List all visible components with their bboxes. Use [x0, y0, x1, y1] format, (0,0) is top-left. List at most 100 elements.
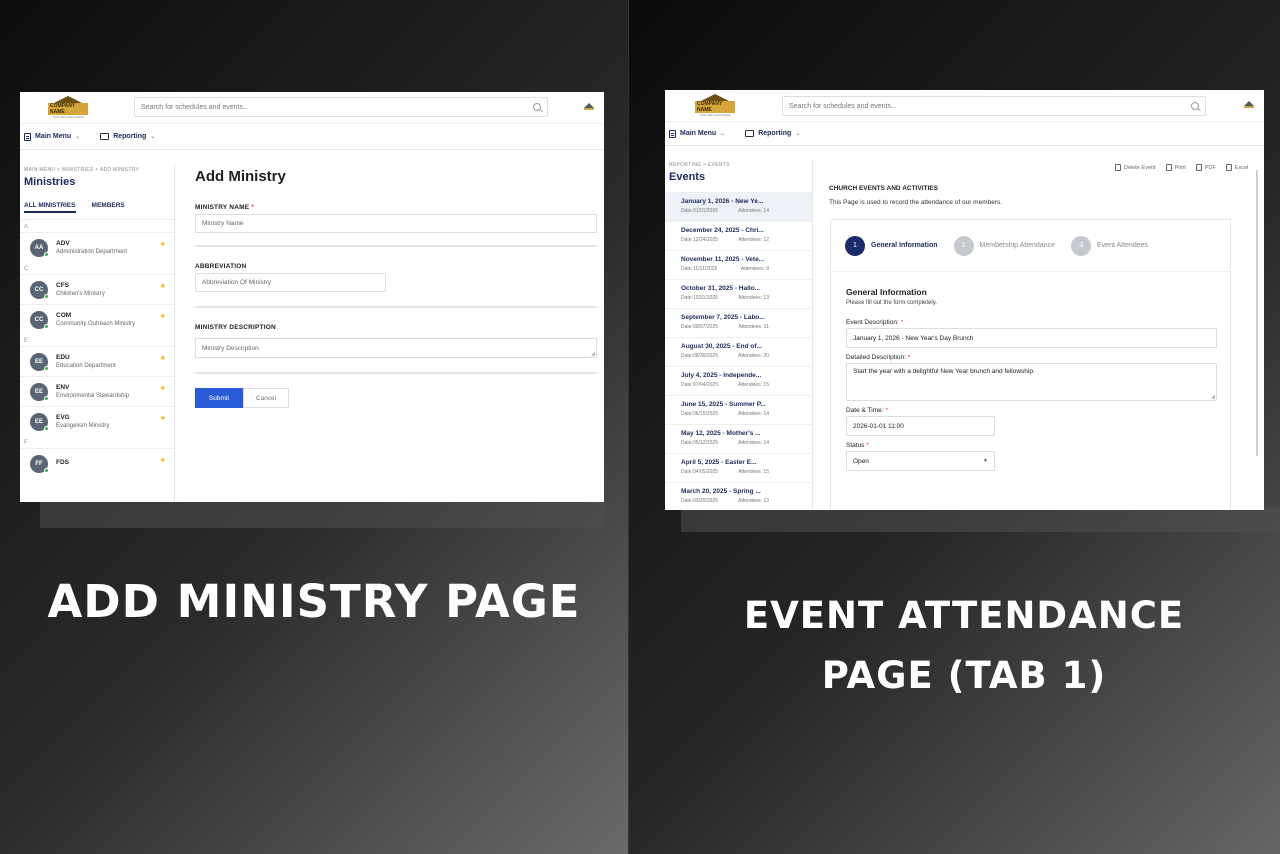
- event-list-item[interactable]: June 15, 2025 - Summer P... Date:06/15/20…: [665, 395, 812, 424]
- chevron-down-icon: ⌄: [720, 131, 726, 137]
- event-list-item[interactable]: July 4, 2025 - Independe... Date:07/04/20…: [665, 366, 812, 395]
- event-title: November 11, 2025 - Vete...: [681, 256, 765, 263]
- submit-button[interactable]: Submit: [195, 388, 243, 408]
- delete-event-button[interactable]: Delete Event: [1115, 164, 1156, 171]
- event-description-input[interactable]: January 1, 2026 - New Year's Day Brunch: [846, 328, 1217, 348]
- reporting-menu-button[interactable]: Reporting ⌄: [745, 130, 800, 137]
- event-list-item[interactable]: May 12, 2025 - Mother's ... Date:05/12/20…: [665, 424, 812, 453]
- company-logo[interactable]: COMPANY NAME TAGLINE GOES HERE: [48, 96, 88, 119]
- group-letter: E: [24, 338, 29, 344]
- menu-icon: [24, 132, 31, 141]
- step-event-attendees[interactable]: 3 Event Attendees: [1071, 235, 1148, 256]
- event-list-item[interactable]: October 31, 2025 - Hallo... Date:10/31/20…: [665, 279, 812, 308]
- excel-file-icon: [1225, 164, 1232, 171]
- event-attendees: Attendees: 13: [738, 498, 769, 504]
- tab-members[interactable]: MEMBERS: [92, 202, 125, 213]
- event-list-item[interactable]: September 7, 2025 - Labo... Date:09/07/20…: [665, 308, 812, 337]
- event-attendees: Attendees: 9: [740, 266, 769, 272]
- avatar: EE: [30, 352, 49, 371]
- event-attendees: Attendees: 15: [738, 469, 769, 475]
- ministry-item[interactable]: EE ENV Environmental Stewardship ★: [20, 376, 174, 406]
- ministry-item[interactable]: AA ADV Administration Department ★: [20, 232, 174, 262]
- star-icon[interactable]: ★: [160, 456, 166, 464]
- pdf-button[interactable]: PDF: [1195, 164, 1216, 171]
- main-menu-button[interactable]: Main Menu ⌄: [669, 129, 726, 138]
- user-hat-icon[interactable]: [584, 103, 594, 111]
- search-input[interactable]: Search for schedules and events...: [134, 97, 548, 117]
- trash-icon: [1115, 164, 1121, 171]
- user-hat-icon[interactable]: [1244, 101, 1254, 109]
- section-subtitle: Please fill out the form completely.: [846, 300, 937, 306]
- right-panel: COMPANY NAME TAGLINE GOES HERE Search fo…: [628, 0, 1280, 854]
- star-icon[interactable]: ★: [160, 414, 166, 422]
- print-button[interactable]: Print: [1165, 164, 1186, 171]
- add-ministry-screenshot: COMPANY NAME TAGLINE GOES HERE Search fo…: [20, 92, 604, 502]
- star-icon[interactable]: ★: [160, 312, 166, 320]
- ministry-desc: Environmental Stewardship: [56, 393, 130, 399]
- page-subheading: This Page is used to record the attendan…: [829, 199, 1003, 206]
- main-menu-button[interactable]: Main Menu ⌄: [24, 132, 80, 141]
- resize-handle-icon[interactable]: ◢: [591, 351, 595, 357]
- ministry-item[interactable]: FF FDS ★: [20, 448, 174, 478]
- ministry-description-textarea[interactable]: Ministry Description ◢: [195, 338, 597, 358]
- detailed-description-textarea[interactable]: Start the year with a delightful New Yea…: [846, 363, 1217, 401]
- event-title: August 30, 2025 - End of...: [681, 343, 762, 350]
- event-list-item[interactable]: December 24, 2025 - Chri... Date:12/24/20…: [665, 221, 812, 250]
- ministry-desc: Administration Department: [56, 249, 128, 255]
- event-list-item[interactable]: August 30, 2025 - End of... Date:08/30/20…: [665, 337, 812, 366]
- abbreviation-input[interactable]: Abbreviation Of Ministry: [195, 273, 386, 292]
- ministry-code: FDS: [56, 459, 69, 466]
- tab-all-ministries[interactable]: ALL MINISTRIES: [24, 202, 76, 213]
- caption-add-ministry: ADD MINISTRY PAGE: [47, 575, 581, 628]
- ministry-item[interactable]: CC COM Community Outreach Ministry ★: [20, 304, 174, 334]
- event-list-item[interactable]: March 20, 2025 - Spring ... Date:03/20/20…: [665, 482, 812, 510]
- event-date: Date:03/20/2025: [681, 498, 718, 504]
- divider: [195, 306, 597, 308]
- group-letter: F: [24, 440, 28, 446]
- event-list-item[interactable]: November 11, 2025 - Vete... Date:11/11/20…: [665, 250, 812, 279]
- star-icon[interactable]: ★: [160, 354, 166, 362]
- online-status-dot: [44, 365, 49, 371]
- event-list-item[interactable]: January 1, 2026 - New Ye... Date:01/01/20…: [665, 192, 812, 221]
- ministry-item[interactable]: CC CFS Children's Ministry ★: [20, 274, 174, 304]
- date-time-input[interactable]: 2026-01-01 11:00: [846, 416, 995, 436]
- page-title: Add Ministry: [195, 168, 286, 185]
- event-list: January 1, 2026 - New Ye... Date:01/01/20…: [665, 192, 812, 510]
- ministry-code: COM: [56, 312, 72, 319]
- event-attendees: Attendees: 12: [738, 237, 769, 243]
- step-general-information[interactable]: 1 General Information: [845, 235, 938, 256]
- scrollbar[interactable]: [1256, 170, 1258, 456]
- star-icon[interactable]: ★: [160, 384, 166, 392]
- ministry-item[interactable]: EE EVG Evangelism Ministry ★: [20, 406, 174, 436]
- sidebar-title: Events: [669, 171, 706, 183]
- event-list-item[interactable]: April 5, 2025 - Easter E... Date:04/05/20…: [665, 453, 812, 482]
- search-icon[interactable]: [1191, 102, 1199, 110]
- divider: [195, 245, 597, 247]
- company-logo[interactable]: COMPANY NAME TAGLINE GOES HERE: [695, 94, 735, 117]
- event-date: Date:11/11/2025: [681, 266, 718, 272]
- printer-icon: [1165, 164, 1172, 171]
- cancel-button[interactable]: Cancel: [243, 388, 289, 408]
- resize-handle-icon[interactable]: ◢: [1211, 394, 1215, 400]
- status-select[interactable]: Open ▼: [846, 451, 995, 471]
- excel-button[interactable]: Excel: [1225, 164, 1248, 171]
- event-date: Date:04/05/2025: [681, 469, 718, 475]
- avatar: EE: [30, 382, 49, 401]
- event-main: CHURCH EVENTS AND ACTIVITIES This Page i…: [829, 185, 1249, 510]
- ministries-sidebar: MAIN MENU > MINISTRIES > ADD MINISTRY Mi…: [20, 164, 175, 502]
- date-time-label: Date & Time: *: [846, 407, 888, 414]
- step-membership-attendance[interactable]: 2 Membership Attendance: [953, 235, 1055, 256]
- star-icon[interactable]: ★: [160, 282, 166, 290]
- reporting-menu-button[interactable]: Reporting ⌄: [100, 133, 155, 140]
- top-header: COMPANY NAME TAGLINE GOES HERE Search fo…: [665, 90, 1264, 122]
- online-status-dot: [44, 425, 49, 431]
- ministry-item[interactable]: EE EDU Education Department ★: [20, 346, 174, 376]
- search-icon[interactable]: [533, 103, 541, 111]
- ministry-name-input[interactable]: Ministry Name: [195, 214, 597, 233]
- event-date: Date:07/04/2025: [681, 382, 718, 388]
- top-header: COMPANY NAME TAGLINE GOES HERE Search fo…: [20, 92, 604, 124]
- avatar: FF: [30, 454, 49, 473]
- star-icon[interactable]: ★: [160, 240, 166, 248]
- status-label: Status *: [846, 442, 869, 449]
- search-input[interactable]: Search for schedules and events...: [782, 96, 1206, 116]
